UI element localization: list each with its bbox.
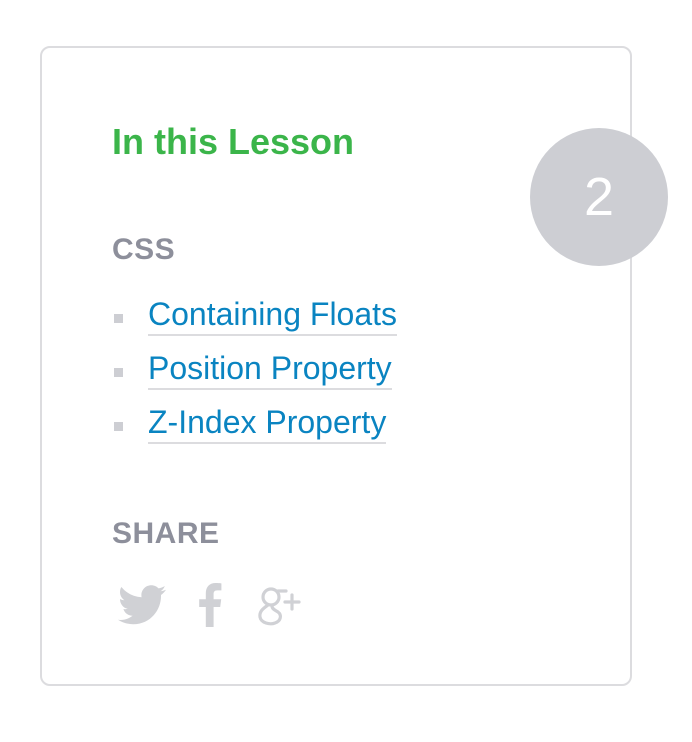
bullet-icon — [114, 368, 123, 377]
topic-link-containing-floats[interactable]: Containing Floats — [148, 294, 398, 336]
bullet-icon — [114, 422, 123, 431]
lesson-card: In this Lesson 2 CSS Containing Floats P… — [40, 46, 668, 686]
topic-link-position-property[interactable]: Position Property — [148, 348, 392, 390]
share-buttons — [118, 580, 302, 630]
google-plus-icon[interactable] — [256, 583, 302, 627]
share-heading: SHARE — [112, 517, 220, 550]
list-item: Z-Index Property — [112, 402, 397, 456]
facebook-icon[interactable] — [198, 583, 222, 627]
twitter-icon[interactable] — [118, 584, 166, 626]
lesson-title: In this Lesson — [112, 121, 355, 162]
topics-heading: CSS — [112, 233, 176, 266]
topic-link-z-index-property[interactable]: Z-Index Property — [148, 402, 387, 444]
list-item: Position Property — [112, 348, 397, 402]
list-item: Containing Floats — [112, 294, 398, 348]
lesson-number-badge: 2 — [530, 128, 668, 266]
bullet-icon — [114, 314, 123, 323]
topic-list: Containing Floats Position Property Z-In… — [112, 294, 398, 456]
